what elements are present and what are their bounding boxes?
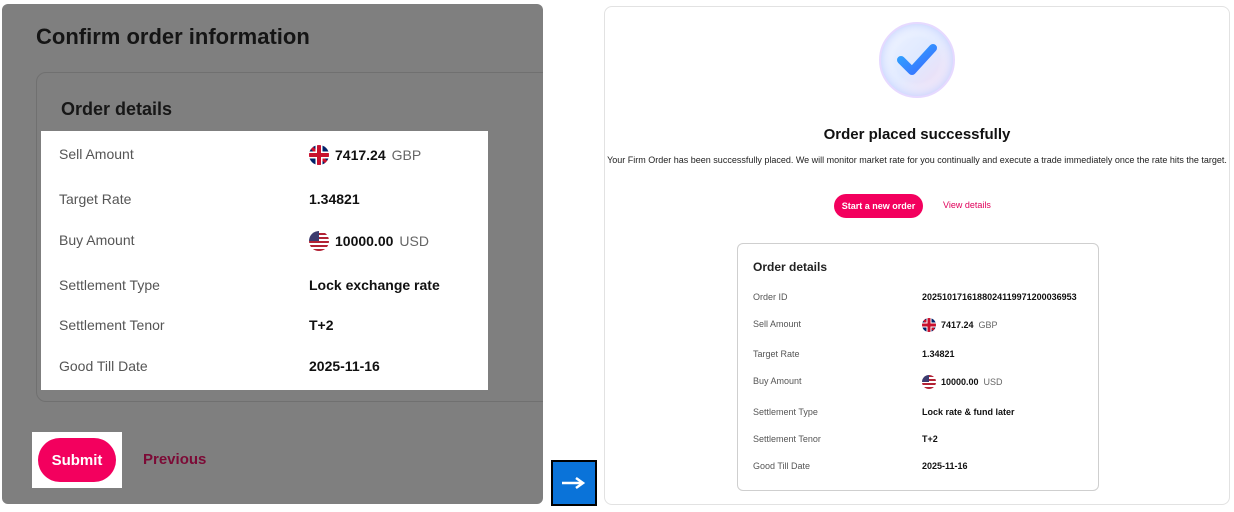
success-message: Your Firm Order has been successfully pl… bbox=[607, 155, 1227, 165]
previous-link[interactable]: Previous bbox=[143, 451, 206, 468]
buy-amount-currency: USD bbox=[399, 233, 429, 249]
checkmark-badge-icon bbox=[877, 20, 957, 105]
good-till-date-label: Good Till Date bbox=[753, 461, 811, 471]
settlement-tenor-label: Settlement Tenor bbox=[59, 317, 165, 333]
sell-amount-currency: GBP bbox=[978, 320, 998, 330]
target-rate-value: 1.34821 bbox=[309, 191, 360, 207]
uk-flag-icon bbox=[922, 318, 936, 332]
buy-amount-label: Buy Amount bbox=[59, 232, 135, 248]
sell-amount-number: 7417.24 bbox=[941, 320, 974, 330]
settlement-type-label: Settlement Type bbox=[59, 277, 160, 293]
buy-amount-row: Buy Amount 10000.00 USD bbox=[41, 230, 488, 254]
target-rate-label: Target Rate bbox=[753, 349, 800, 359]
order-id-label: Order ID bbox=[753, 292, 788, 302]
settlement-type-value: Lock exchange rate bbox=[309, 277, 440, 293]
confirm-title: Confirm order information bbox=[36, 24, 310, 49]
confirm-order-panel: Confirm order information Order details … bbox=[2, 4, 543, 504]
sell-amount-label: Sell Amount bbox=[753, 319, 802, 329]
order-id-row: Order ID 20251017161880241199712000369​5… bbox=[738, 291, 1098, 307]
sell-amount-value: 7417.24 GBP bbox=[922, 318, 998, 332]
target-rate-value: 1.34821 bbox=[922, 349, 955, 359]
submit-button[interactable]: Submit bbox=[38, 438, 116, 482]
buy-amount-value: 10000.00 USD bbox=[309, 231, 429, 251]
sell-amount-label: Sell Amount bbox=[59, 146, 134, 162]
buy-amount-row: Buy Amount 10000.00 USD bbox=[738, 375, 1098, 391]
sell-amount-row: Sell Amount 7417.24 GBP bbox=[738, 318, 1098, 334]
buy-amount-currency: USD bbox=[983, 377, 1003, 387]
sell-amount-row: Sell Amount 7417.24 GBP bbox=[41, 144, 488, 168]
settlement-type-value: Lock rate & fund later bbox=[922, 407, 1015, 417]
us-flag-icon bbox=[922, 375, 936, 389]
buy-amount-value: 10000.00 USD bbox=[922, 375, 1003, 389]
order-details-card: Order details Order ID 20251017161880241… bbox=[737, 243, 1099, 491]
success-title: Order placed successfully bbox=[823, 126, 1011, 143]
us-flag-icon bbox=[309, 231, 329, 251]
good-till-date-row: Good Till Date 2025-11-16 bbox=[738, 460, 1098, 476]
order-details-title: Order details bbox=[61, 99, 173, 119]
good-till-date-value: 2025-11-16 bbox=[922, 461, 968, 471]
order-details-highlight: Sell Amount 7417.24 GBP Target Rate 1.34… bbox=[41, 131, 488, 390]
target-rate-row: Target Rate 1.34821 bbox=[738, 348, 1098, 364]
settlement-tenor-value: T+2 bbox=[309, 317, 334, 333]
order-details-title: Order details bbox=[753, 260, 828, 274]
target-rate-row: Target Rate 1.34821 bbox=[41, 189, 488, 213]
sell-amount-number: 7417.24 bbox=[335, 147, 386, 163]
view-details-link[interactable]: View details bbox=[943, 200, 991, 210]
order-id-value: 20251017161880241199712000369​53 bbox=[922, 292, 1077, 302]
settlement-type-row: Settlement Type Lock exchange rate bbox=[41, 275, 488, 299]
buy-amount-label: Buy Amount bbox=[753, 376, 802, 386]
buy-amount-number: 10000.00 bbox=[335, 233, 394, 249]
settlement-tenor-label: Settlement Tenor bbox=[753, 434, 821, 444]
settlement-tenor-row: Settlement Tenor T+2 bbox=[41, 315, 488, 339]
target-rate-label: Target Rate bbox=[59, 191, 132, 207]
good-till-date-row: Good Till Date 2025-11-16 bbox=[41, 356, 488, 380]
start-new-order-button[interactable]: Start a new order bbox=[834, 194, 923, 218]
order-success-panel: Order placed successfully Your Firm Orde… bbox=[604, 6, 1230, 505]
buy-amount-number: 10000.00 bbox=[941, 377, 979, 387]
sell-amount-currency: GBP bbox=[391, 147, 422, 163]
sell-amount-value: 7417.24 GBP bbox=[309, 145, 421, 165]
good-till-date-value: 2025-11-16 bbox=[309, 358, 380, 374]
settlement-tenor-row: Settlement Tenor T+2 bbox=[738, 433, 1098, 449]
right-arrow-icon bbox=[551, 460, 597, 506]
submit-highlight: Submit bbox=[32, 432, 122, 488]
settlement-type-label: Settlement Type bbox=[753, 407, 818, 417]
settlement-type-row: Settlement Type Lock rate & fund later bbox=[738, 406, 1098, 422]
settlement-tenor-value: T+2 bbox=[922, 434, 938, 444]
uk-flag-icon bbox=[309, 145, 329, 165]
good-till-date-label: Good Till Date bbox=[59, 358, 148, 374]
